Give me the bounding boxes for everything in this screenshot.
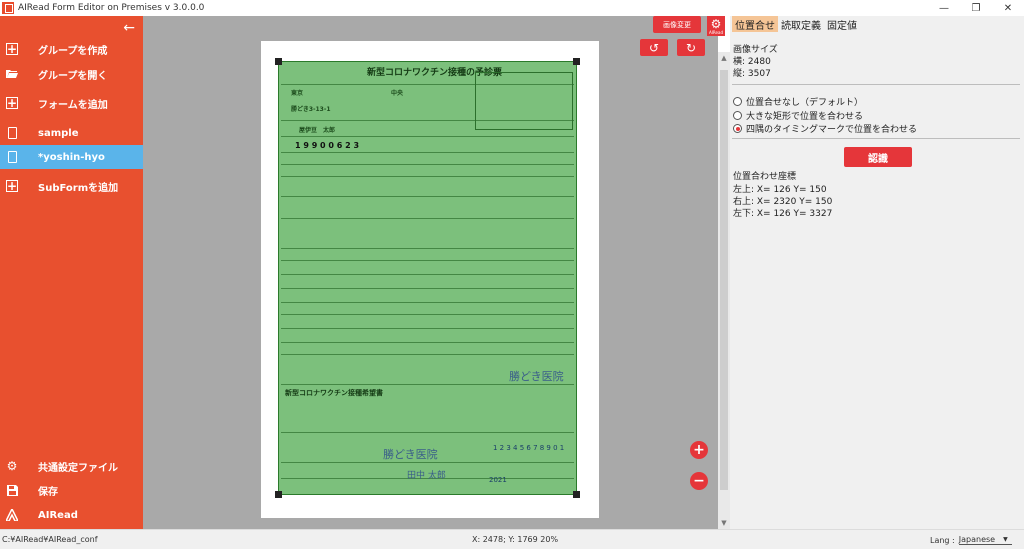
sidebar-item-save[interactable]: 保存: [0, 478, 143, 502]
form-header-box: [475, 72, 573, 130]
zoom-in-button[interactable]: +: [690, 441, 708, 459]
vertical-scrollbar[interactable]: ▲ ▼: [718, 52, 730, 529]
lang-label: Lang :: [930, 535, 955, 545]
close-button[interactable]: ✕: [992, 0, 1024, 16]
sidebar: ← + グループを作成 グループを開く + フォームを追加 sample *yo…: [0, 16, 143, 529]
scroll-up-icon[interactable]: ▲: [718, 52, 730, 64]
radio-no-alignment[interactable]: 位置合せなし（デフォルト）: [733, 95, 863, 108]
radio-icon[interactable]: [733, 124, 742, 133]
tab-alignment[interactable]: 位置合せ: [732, 16, 778, 32]
sidebar-item-label: *yoshin-hyo: [38, 151, 105, 163]
form-birth: 1 9 9 0 0 6 2 3: [295, 141, 360, 150]
gear-icon: ⚙: [6, 459, 18, 473]
chevron-down-icon: ▼: [1003, 536, 1008, 543]
scroll-down-icon[interactable]: ▼: [718, 517, 730, 529]
window-controls: — ❐ ✕: [928, 0, 1024, 16]
form-doctor: 田中 太郎: [407, 471, 446, 481]
sidebar-item-sample[interactable]: sample: [0, 121, 143, 145]
title-bar: AIRead Form Editor on Premises v 3.0.0.0…: [0, 0, 1024, 16]
sidebar-item-common-settings[interactable]: ⚙ 共通設定ファイル: [0, 454, 143, 478]
settings-gear-button[interactable]: ⚙ AIRead: [707, 16, 725, 36]
image-height: 縦: 3507: [733, 69, 771, 79]
app-logo-icon: [2, 2, 14, 14]
sidebar-item-label: グループを開く: [38, 70, 108, 82]
timing-mark-bottom-right[interactable]: [573, 491, 580, 498]
sidebar-item-label: SubFormを追加: [38, 182, 119, 194]
back-arrow-icon[interactable]: ←: [123, 20, 135, 36]
divider: [732, 84, 1020, 85]
sidebar-item-open-group[interactable]: グループを開く: [0, 62, 143, 86]
airead-logo-icon: [6, 509, 18, 521]
radio-icon[interactable]: [733, 111, 742, 120]
image-change-button[interactable]: 画像変更: [653, 16, 701, 33]
form-date: 2021: [489, 476, 507, 484]
form-region-overlay[interactable]: 新型コロナワクチン接種の予診票 東京 中央 勝どき3-13-1 屋伊豆 太郎 1…: [278, 61, 577, 495]
sidebar-item-yoshin-hyo[interactable]: *yoshin-hyo: [0, 145, 143, 169]
tab-fixed-value[interactable]: 固定値: [824, 16, 860, 32]
panel-tabs: 位置合せ 読取定義 固定値: [732, 16, 860, 32]
rotate-right-icon: ↻: [685, 40, 697, 55]
cursor-coordinates: X: 2478; Y: 1769 20%: [472, 535, 559, 544]
recognize-button[interactable]: 認識: [844, 147, 912, 167]
minimize-button[interactable]: —: [928, 0, 960, 16]
save-icon: [6, 484, 18, 496]
divider: [732, 138, 1020, 139]
sidebar-item-create-group[interactable]: + グループを作成: [0, 37, 143, 61]
zoom-in-icon: +: [693, 442, 705, 458]
zoom-out-icon: −: [693, 473, 705, 489]
sidebar-item-label: 保存: [38, 486, 58, 498]
scroll-thumb[interactable]: [720, 70, 728, 490]
language-selector: Lang : Japanese ▼: [930, 535, 1012, 545]
radio-timing-marks[interactable]: 四隅のタイミングマークで位置を合わせる: [733, 122, 917, 135]
gear-caption: AIRead: [709, 29, 723, 35]
form-section-title: 新型コロナワクチン接種希望書: [285, 389, 383, 397]
sidebar-item-label: フォームを追加: [38, 99, 108, 111]
add-box-icon: +: [6, 179, 18, 193]
radio-large-rectangle[interactable]: 大きな矩形で位置を合わせる: [733, 109, 863, 122]
lang-dropdown[interactable]: Japanese ▼: [958, 535, 1012, 545]
radio-label: 四隅のタイミングマークで位置を合わせる: [746, 125, 918, 135]
radio-label: 大きな矩形で位置を合わせる: [746, 112, 864, 122]
form-clinic-stamp: 勝どき医院: [509, 370, 564, 383]
rotate-right-button[interactable]: ↻: [677, 39, 705, 56]
sidebar-item-label: sample: [38, 127, 79, 139]
lang-value: Japanese: [958, 535, 996, 544]
right-panel: 位置合せ 読取定義 固定値 画像サイズ 横: 2480 縦: 3507 位置合せ…: [730, 16, 1024, 529]
form-serial: 1 2 3 4 5 6 7 8 9 0 1: [493, 444, 565, 452]
add-box-icon: +: [6, 42, 18, 56]
config-path: C:¥AIRead¥AIRead_conf: [2, 535, 98, 544]
coord-title: 位置合わせ座標: [733, 172, 797, 182]
sidebar-item-label: AIRead: [38, 509, 78, 521]
timing-mark-top-left[interactable]: [275, 58, 282, 65]
timing-mark-bottom-left[interactable]: [275, 491, 282, 498]
form-ward: 中央: [391, 90, 404, 97]
tab-read-definition[interactable]: 読取定義: [778, 16, 824, 32]
sidebar-item-label: 共通設定ファイル: [38, 462, 118, 474]
timing-mark-top-right[interactable]: [573, 58, 580, 65]
status-bar: C:¥AIRead¥AIRead_conf X: 2478; Y: 1769 2…: [0, 529, 1024, 549]
sidebar-item-label: グループを作成: [38, 45, 108, 57]
add-box-icon: +: [6, 96, 18, 110]
rotate-left-icon: ↺: [648, 40, 660, 55]
document-icon: [6, 151, 18, 163]
gear-icon: ⚙: [710, 16, 722, 31]
maximize-button[interactable]: ❐: [960, 0, 992, 16]
coord-bottom-left: 左下: X= 126 Y= 3327: [733, 209, 833, 219]
folder-open-icon: [6, 68, 18, 80]
document-icon: [6, 127, 18, 139]
radio-icon[interactable]: [733, 97, 742, 106]
rotate-left-button[interactable]: ↺: [640, 39, 668, 56]
form-street: 勝どき3-13-1: [291, 106, 331, 113]
sidebar-item-airead[interactable]: AIRead: [0, 503, 143, 527]
form-name: 屋伊豆 太郎: [299, 127, 336, 134]
radio-label: 位置合せなし（デフォルト）: [746, 98, 864, 108]
zoom-out-button[interactable]: −: [690, 472, 708, 490]
window-title: AIRead Form Editor on Premises v 3.0.0.0: [18, 3, 205, 13]
form-clinic-handwritten: 勝どき医院: [383, 448, 438, 461]
form-address: 東京: [291, 90, 304, 97]
sidebar-item-add-form[interactable]: + フォームを追加: [0, 91, 143, 115]
sidebar-item-add-subform[interactable]: + SubFormを追加: [0, 174, 143, 198]
